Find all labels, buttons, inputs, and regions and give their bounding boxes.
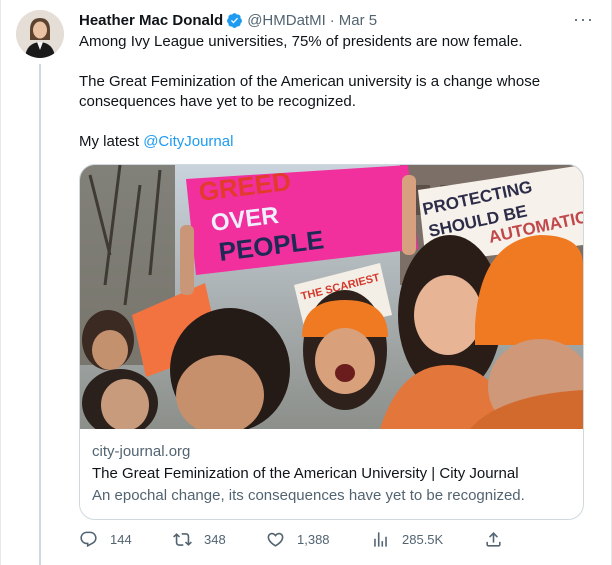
frame-left-border bbox=[0, 0, 1, 565]
tweet-date[interactable]: Mar 5 bbox=[339, 12, 377, 29]
like-button[interactable]: 1,388 bbox=[266, 530, 330, 549]
tweet-header: Heather Mac Donald @HMDatMI · Mar 5 bbox=[79, 10, 592, 30]
views-count: 285.5K bbox=[402, 532, 444, 547]
like-count: 1,388 bbox=[297, 532, 330, 547]
card-domain: city-journal.org bbox=[92, 443, 191, 460]
repost-icon bbox=[173, 533, 192, 546]
tweet-text: Among Ivy League universities, 75% of pr… bbox=[79, 32, 589, 172]
share-button[interactable] bbox=[484, 530, 503, 549]
tweet-prefix: My latest bbox=[79, 133, 144, 150]
author-name[interactable]: Heather Mac Donald bbox=[79, 12, 223, 29]
mention-link[interactable]: @CityJournal bbox=[143, 133, 233, 150]
card-title[interactable]: The Great Feminization of the American U… bbox=[92, 464, 571, 484]
thread-line bbox=[39, 64, 41, 565]
reply-icon bbox=[80, 531, 97, 548]
views-button[interactable]: 285.5K bbox=[371, 530, 443, 549]
card-body: city-journal.org The Great Feminization … bbox=[92, 442, 571, 506]
card-description: An epochal change, its consequences have… bbox=[92, 487, 525, 504]
share-icon bbox=[486, 532, 501, 547]
tweet-paragraph-2: The Great Feminization of the American u… bbox=[79, 73, 541, 110]
reply-count: 144 bbox=[110, 532, 132, 547]
more-options-icon[interactable]: ··· bbox=[573, 10, 594, 28]
link-preview-card[interactable]: THE SCARIEST GREED OVER PEOPLE PROTECTIN… bbox=[79, 164, 584, 520]
separator-dot: · bbox=[329, 11, 335, 29]
tweet-paragraph-3: My latest @CityJournal bbox=[79, 132, 589, 152]
repost-button[interactable]: 348 bbox=[173, 530, 226, 549]
action-bar: 144 348 1,388 285.5K bbox=[79, 530, 509, 552]
views-chart-icon bbox=[374, 532, 387, 547]
reply-button[interactable]: 144 bbox=[79, 530, 132, 549]
protest-photo: THE SCARIEST GREED OVER PEOPLE PROTECTIN… bbox=[80, 165, 583, 429]
author-handle[interactable]: @HMDatMI bbox=[247, 12, 326, 29]
repost-count: 348 bbox=[204, 532, 226, 547]
tweet-paragraph-1: Among Ivy League universities, 75% of pr… bbox=[79, 33, 523, 50]
avatar[interactable] bbox=[16, 10, 64, 58]
heart-icon bbox=[267, 532, 284, 547]
card-image[interactable]: THE SCARIEST GREED OVER PEOPLE PROTECTIN… bbox=[80, 165, 583, 429]
verified-badge-icon[interactable] bbox=[226, 12, 243, 29]
avatar-portrait-image bbox=[16, 10, 64, 58]
